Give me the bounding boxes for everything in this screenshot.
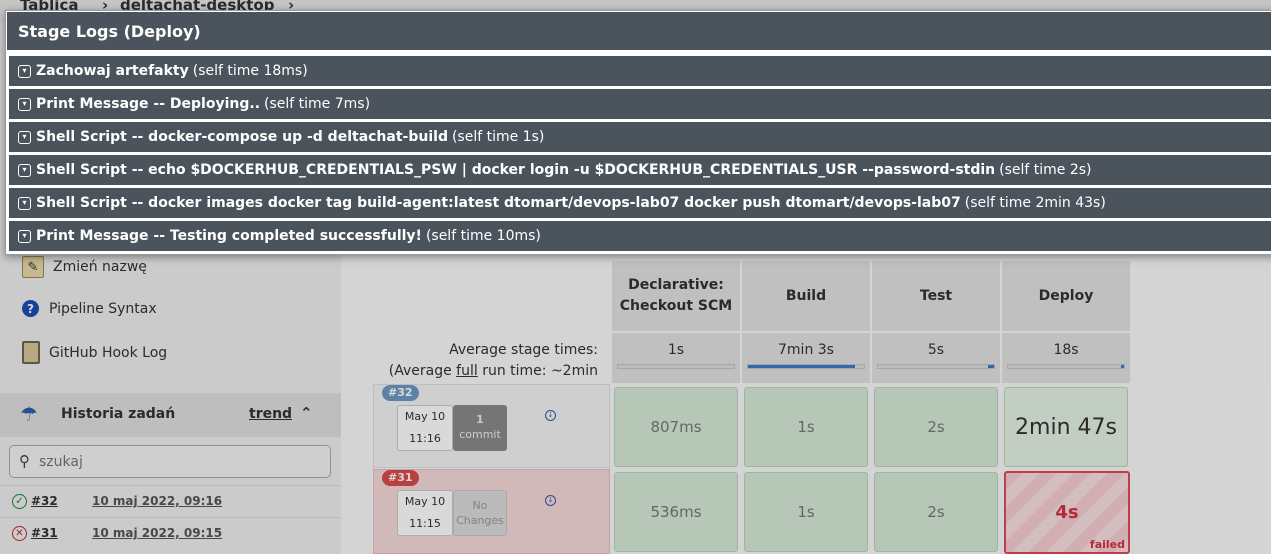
log-self-time: (self time 18ms) bbox=[192, 63, 308, 79]
stage-cell[interactable]: 807ms bbox=[614, 387, 738, 467]
trend-link[interactable]: trend bbox=[249, 406, 292, 422]
stage-logs-dialog: Stage Logs (Deploy) ▾ Zachowaj artefakty… bbox=[5, 10, 1271, 255]
avg-progress-bar bbox=[747, 364, 865, 369]
sidebar-item-rename[interactable]: ✎ Zmień nazwę bbox=[22, 256, 147, 278]
log-step-name: Shell Script -- docker-compose up -d del… bbox=[36, 129, 448, 145]
sidebar-item-label: Pipeline Syntax bbox=[49, 300, 157, 317]
log-step-name: Shell Script -- echo $DOCKERHUB_CREDENTI… bbox=[36, 162, 996, 178]
build-history-row[interactable]: ✓ #32 10 maj 2022, 09:16 bbox=[0, 485, 341, 516]
log-entry[interactable]: ▾ Print Message -- Deploying.. (self tim… bbox=[9, 89, 1271, 119]
build-history-row[interactable]: ✕ #31 10 maj 2022, 09:15 bbox=[0, 517, 341, 548]
log-entry[interactable]: ▾ Shell Script -- echo $DOCKERHUB_CREDEN… bbox=[9, 155, 1271, 185]
log-entry[interactable]: ▾ Print Message -- Testing completed suc… bbox=[9, 221, 1271, 251]
stage-cell[interactable]: 2s bbox=[874, 387, 998, 467]
expand-icon[interactable]: ▾ bbox=[18, 196, 31, 210]
stage-header-checkout: Declarative: Checkout SCM bbox=[612, 261, 740, 331]
stage-header-build: Build bbox=[742, 261, 870, 331]
run-row-31[interactable]: #31 May 10 11:15 No Changes ↓ bbox=[373, 469, 610, 554]
sidebar-item-pipeline-syntax[interactable]: ? Pipeline Syntax bbox=[22, 300, 157, 317]
stage-header-test: Test bbox=[872, 261, 1000, 331]
failed-label: failed bbox=[1089, 538, 1125, 551]
build-number-link[interactable]: #32 bbox=[31, 494, 58, 508]
build-search-input[interactable] bbox=[39, 452, 319, 472]
stage-cell[interactable]: 1s bbox=[744, 472, 868, 552]
avg-time-cell: 18s bbox=[1002, 333, 1130, 383]
expand-icon[interactable]: ▾ bbox=[18, 229, 31, 243]
search-icon: ⚲ bbox=[19, 452, 30, 470]
expand-icon[interactable]: ▾ bbox=[18, 64, 31, 78]
clipboard-icon bbox=[22, 341, 40, 364]
avg-time-cell: 1s bbox=[612, 333, 740, 383]
stage-cell[interactable]: 1s bbox=[744, 387, 868, 467]
log-entry[interactable]: ▾ Shell Script -- docker-compose up -d d… bbox=[9, 122, 1271, 152]
log-self-time: (self time 1s) bbox=[451, 129, 545, 145]
pencil-icon: ✎ bbox=[22, 256, 44, 278]
sidebar-item-label: GitHub Hook Log bbox=[49, 344, 168, 361]
log-step-name: Print Message -- Testing completed succe… bbox=[36, 228, 422, 244]
stage-header-deploy: Deploy bbox=[1002, 261, 1130, 331]
stage-cell-selected[interactable]: 2min 47s bbox=[1004, 387, 1128, 467]
log-self-time: (self time 2min 43s) bbox=[964, 195, 1106, 211]
avg-time-cell: 5s bbox=[872, 333, 1000, 383]
avg-time-cell: 7min 3s bbox=[742, 333, 870, 383]
build-date-link[interactable]: 10 maj 2022, 09:16 bbox=[92, 494, 222, 508]
run-datetime: May 10 11:15 bbox=[397, 490, 453, 536]
info-icon[interactable]: ↓ bbox=[545, 410, 556, 421]
log-self-time: (self time 7ms) bbox=[264, 96, 371, 112]
weather-rain-icon: ☂ bbox=[20, 402, 38, 426]
log-step-name: Zachowaj artefakty bbox=[36, 63, 189, 79]
expand-icon[interactable]: ▾ bbox=[18, 163, 31, 177]
avg-progress-bar bbox=[877, 364, 995, 369]
run-badge[interactable]: #32 bbox=[382, 385, 419, 401]
success-icon: ✓ bbox=[12, 493, 27, 509]
avg-progress-bar bbox=[617, 364, 735, 369]
build-search-box: ⚲ bbox=[9, 445, 331, 478]
run-changes-button[interactable]: 1 commit bbox=[453, 405, 507, 451]
log-self-time: (self time 2s) bbox=[999, 162, 1092, 178]
log-step-name: Print Message -- Deploying.. bbox=[36, 96, 261, 112]
run-changes-button[interactable]: No Changes bbox=[453, 490, 507, 536]
stage-cell[interactable]: 2s bbox=[874, 472, 998, 552]
expand-icon[interactable]: ▾ bbox=[18, 130, 31, 144]
sidebar-item-github-hook-log[interactable]: GitHub Hook Log bbox=[22, 341, 167, 364]
log-entry[interactable]: ▾ Shell Script -- docker images docker t… bbox=[9, 188, 1271, 218]
sidebar-item-label: Zmień nazwę bbox=[53, 259, 147, 275]
log-entry[interactable]: ▾ Zachowaj artefakty (self time 18ms) bbox=[9, 56, 1271, 86]
stage-cell-failed[interactable]: 4s failed bbox=[1004, 471, 1130, 554]
dialog-title: Stage Logs (Deploy) bbox=[7, 12, 1271, 50]
stage-cell[interactable]: 536ms bbox=[614, 472, 738, 552]
run-badge[interactable]: #31 bbox=[382, 470, 419, 486]
avg-progress-bar bbox=[1007, 364, 1125, 369]
build-date-link[interactable]: 10 maj 2022, 09:15 bbox=[92, 526, 222, 540]
failed-icon: ✕ bbox=[12, 525, 27, 541]
build-number-link[interactable]: #31 bbox=[31, 526, 58, 540]
chevron-up-icon[interactable]: ⌃ bbox=[300, 404, 313, 422]
full-run-time-link[interactable]: full bbox=[456, 363, 478, 379]
build-history-header: ☂ Historia zadań trend ⌃ bbox=[0, 393, 341, 437]
run-datetime: May 10 11:16 bbox=[397, 405, 453, 451]
run-row-32[interactable]: #32 May 10 11:16 1 commit ↓ bbox=[373, 384, 610, 468]
log-step-name: Shell Script -- docker images docker tag… bbox=[36, 195, 961, 211]
info-icon[interactable]: ↓ bbox=[545, 495, 556, 506]
help-icon: ? bbox=[22, 300, 39, 317]
expand-icon[interactable]: ▾ bbox=[18, 97, 31, 111]
build-history-title: Historia zadań bbox=[61, 406, 176, 422]
log-self-time: (self time 10ms) bbox=[425, 228, 541, 244]
